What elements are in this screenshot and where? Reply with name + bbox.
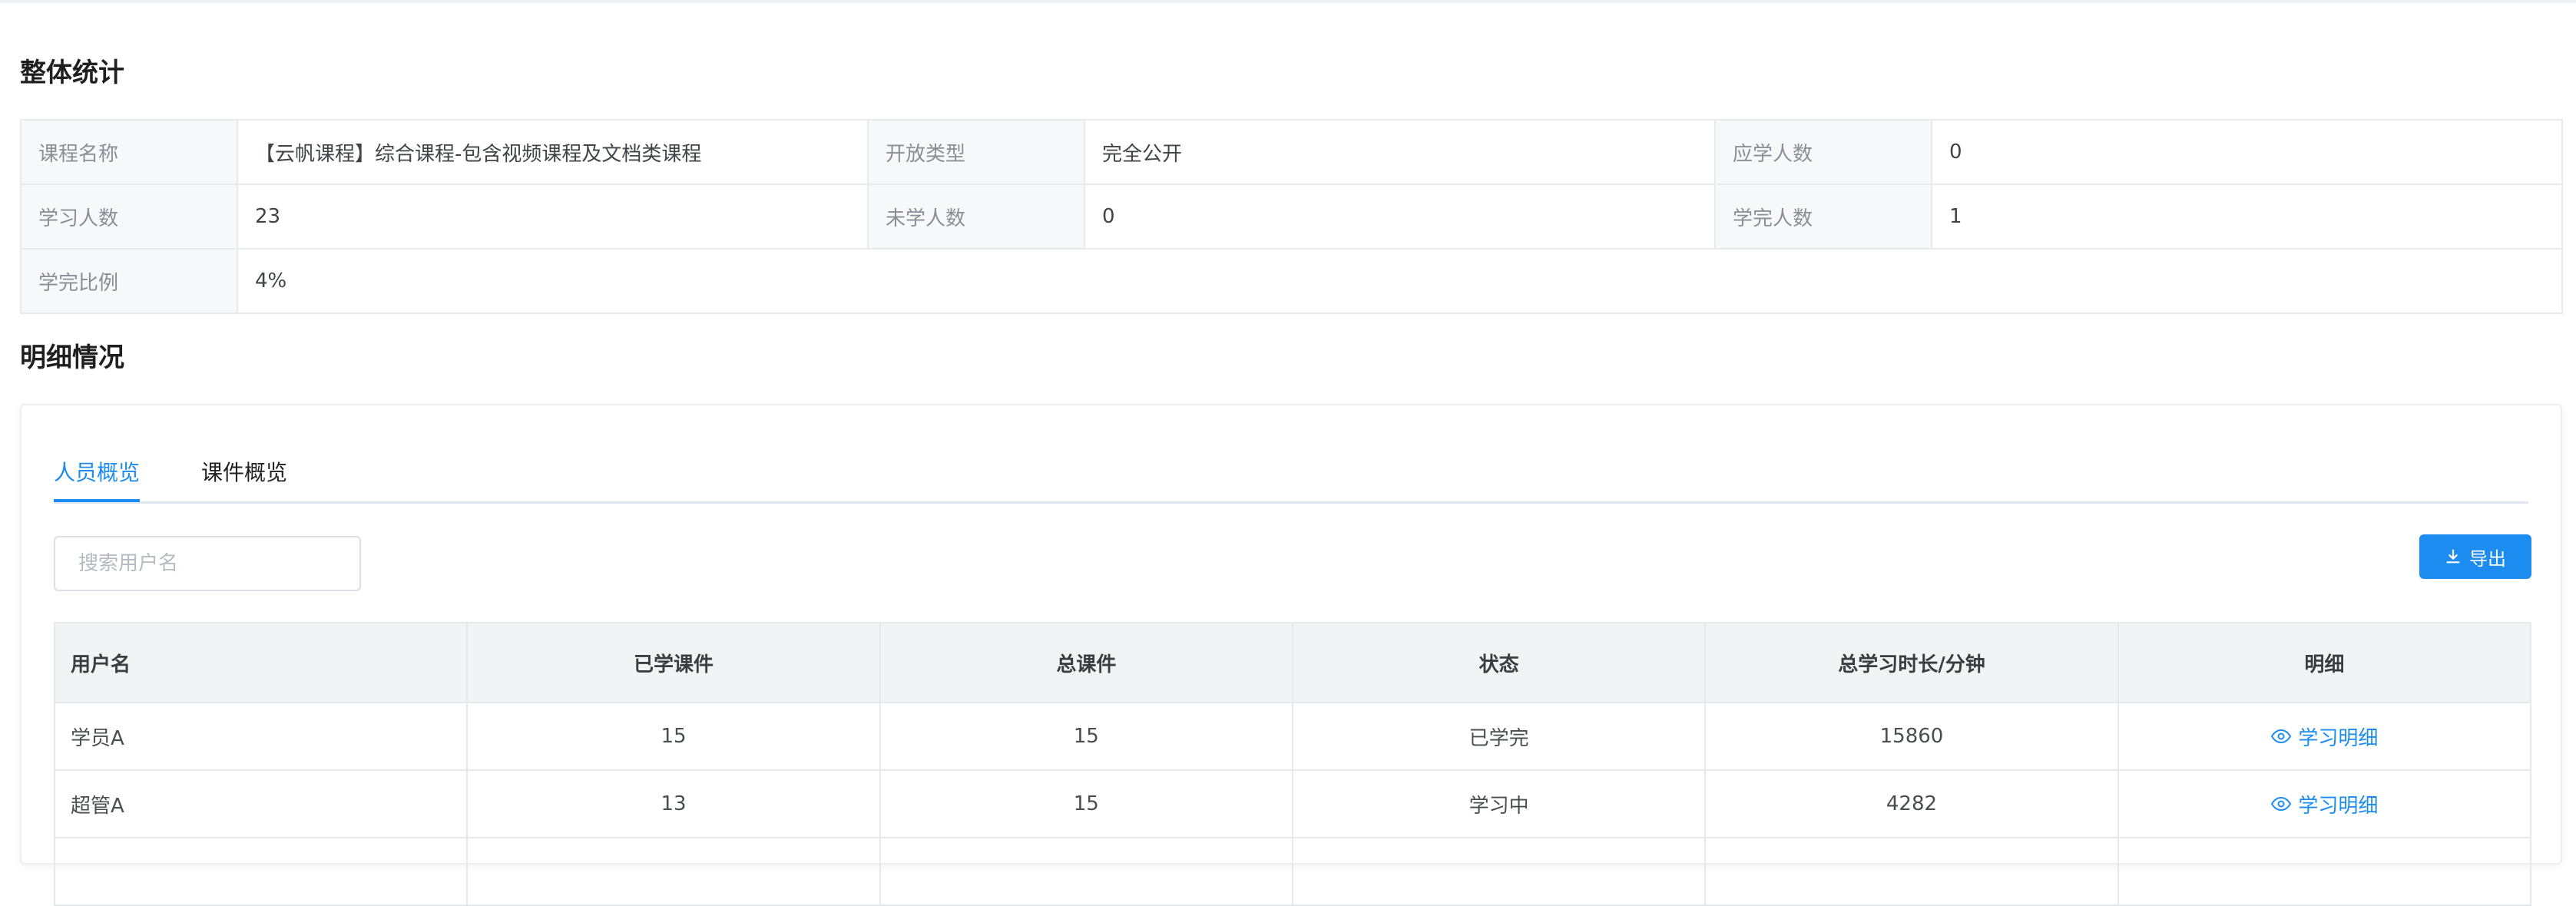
course-name-label: 课程名称 xyxy=(20,119,238,185)
learner-count-label: 学习人数 xyxy=(20,184,238,250)
learning-detail-label: 学习明细 xyxy=(2298,794,2379,818)
col-status: 状态 xyxy=(1291,622,1707,703)
learning-detail-link[interactable]: 学习明细 xyxy=(2270,790,2378,818)
cell-learned: 13 xyxy=(466,769,881,838)
not-started-count-label: 未学人数 xyxy=(867,184,1085,250)
cell-username: 学员A xyxy=(53,702,469,771)
required-count-label: 应学人数 xyxy=(1714,119,1932,185)
eye-icon xyxy=(2271,729,2292,744)
download-icon xyxy=(2446,549,2460,564)
learning-detail-link[interactable]: 学习明细 xyxy=(2270,722,2378,751)
col-total-minutes: 总学习时长/分钟 xyxy=(1704,622,2119,703)
cell-minutes: 15860 xyxy=(1704,702,2119,771)
open-type-value: 完全公开 xyxy=(1084,119,1716,185)
open-type-label: 开放类型 xyxy=(867,119,1085,185)
cell-username: 超管A xyxy=(53,769,469,838)
overall-stats-table: 课程名称 【云帆课程】综合课程-包含视频课程及文档类课程 开放类型 完全公开 应… xyxy=(20,119,2563,314)
cell-minutes: 4282 xyxy=(1704,769,2119,838)
course-name-value: 【云帆课程】综合课程-包含视频课程及文档类课程 xyxy=(237,119,869,185)
overall-stats-title: 整体统计 xyxy=(20,58,124,88)
tab-people-overview[interactable]: 人员概览 xyxy=(54,448,141,502)
tab-courseware-overview[interactable]: 课件概览 xyxy=(201,448,287,498)
table-row xyxy=(53,837,2532,906)
stats-row: 课程名称 【云帆课程】综合课程-包含视频课程及文档类课程 开放类型 完全公开 应… xyxy=(20,119,2563,185)
detail-title: 明细情况 xyxy=(20,342,124,373)
stats-row: 学完比例 4% xyxy=(20,248,2563,314)
top-divider xyxy=(0,0,2576,3)
detail-card: 人员概览 课件概览 导出 用户名 已学课件 总课件 状态 总学习时长/分钟 明细… xyxy=(20,404,2562,906)
table-header-row: 用户名 已学课件 总课件 状态 总学习时长/分钟 明细 xyxy=(53,622,2532,703)
cell-total: 15 xyxy=(879,769,1293,838)
cell-total: 15 xyxy=(879,702,1293,771)
learner-count-value: 23 xyxy=(237,184,869,250)
detail-tabs: 人员概览 课件概览 xyxy=(54,448,2528,504)
cell-detail: 学习明细 xyxy=(2117,702,2532,771)
required-count-value: 0 xyxy=(1931,119,2563,185)
cell-detail: 学习明细 xyxy=(2117,769,2532,838)
table-row: 学员A 15 15 已学完 15860 学习明细 xyxy=(53,702,2532,771)
col-learned-courseware: 已学课件 xyxy=(466,622,881,703)
learning-detail-label: 学习明细 xyxy=(2298,726,2379,750)
export-button[interactable]: 导出 xyxy=(2419,534,2531,579)
people-table: 用户名 已学课件 总课件 状态 总学习时长/分钟 明细 学员A 15 15 已学… xyxy=(53,622,2532,906)
completed-count-label: 学完人数 xyxy=(1714,184,1932,250)
table-row: 超管A 13 15 学习中 4282 学习明细 xyxy=(53,769,2532,838)
eye-icon xyxy=(2271,796,2292,812)
search-username-input[interactable] xyxy=(54,536,361,591)
col-total-courseware: 总课件 xyxy=(879,622,1293,703)
completion-ratio-value: 4% xyxy=(237,248,2563,314)
completed-count-value: 1 xyxy=(1931,184,2563,250)
not-started-count-value: 0 xyxy=(1084,184,1716,250)
status-badge: 已学完 xyxy=(1291,702,1707,771)
cell-learned: 15 xyxy=(466,702,881,771)
completion-ratio-label: 学完比例 xyxy=(20,248,238,314)
col-detail: 明细 xyxy=(2117,622,2532,703)
col-username: 用户名 xyxy=(53,622,469,703)
stats-row: 学习人数 23 未学人数 0 学完人数 1 xyxy=(20,184,2563,250)
export-label: 导出 xyxy=(2469,547,2506,570)
status-badge: 学习中 xyxy=(1291,769,1707,838)
